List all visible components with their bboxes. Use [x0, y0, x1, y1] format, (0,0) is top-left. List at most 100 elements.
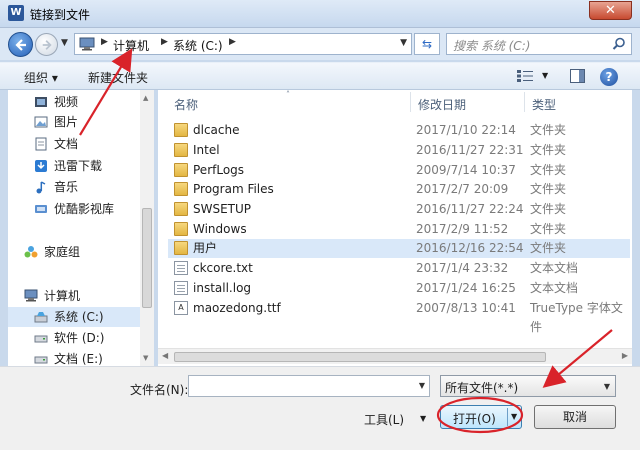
file-row-windows[interactable]: Windows 2017/2/9 11:52 文件夹 — [168, 220, 630, 239]
view-options-icon[interactable] — [516, 69, 534, 83]
address-dropdown-icon[interactable]: ▼ — [400, 38, 407, 48]
file-type: 文件夹 — [530, 222, 567, 236]
nav-item-computer[interactable]: 计算机 — [8, 286, 140, 306]
nav-item-drive-e[interactable]: 文档 (E:) — [8, 349, 140, 366]
nav-label: 文档 — [54, 137, 79, 151]
homegroup-icon — [24, 246, 38, 258]
command-toolbar: 组织 ▾ 新建文件夹 ▼ ? — [0, 62, 640, 90]
nav-item-drive-d[interactable]: 软件 (D:) — [8, 328, 140, 348]
file-row-perflogs[interactable]: PerfLogs 2009/7/14 10:37 文件夹 — [168, 161, 630, 180]
horizontal-scrollbar[interactable]: ◀ ▶ — [158, 348, 632, 364]
filetype-select[interactable]: 所有文件(*.*) ▼ — [440, 375, 616, 397]
file-row-dlcache[interactable]: dlcache 2017/1/10 22:14 文件夹 — [168, 121, 630, 140]
tools-dropdown-icon[interactable]: ▼ — [420, 414, 426, 423]
nav-scroll-thumb[interactable] — [142, 208, 152, 308]
folder-icon — [174, 123, 188, 137]
file-row-swsetup[interactable]: SWSETUP 2016/11/27 22:24 文件夹 — [168, 200, 630, 219]
breadcrumb-separator-icon[interactable]: ▶ — [229, 37, 236, 47]
column-divider[interactable] — [410, 92, 411, 112]
column-header-type[interactable]: 类型 — [532, 96, 556, 113]
search-box[interactable]: 搜索 系统 (C:) — [446, 33, 632, 55]
nav-item-drive-c[interactable]: 系统 (C:) — [8, 307, 140, 327]
nav-label: 音乐 — [54, 180, 79, 194]
tools-button[interactable]: 工具(L) — [364, 411, 404, 428]
filename-dropdown-icon[interactable]: ▼ — [419, 381, 425, 390]
nav-item-youku-library[interactable]: 优酷影视库 — [8, 199, 140, 219]
file-row-users[interactable]: 用户 2016/12/16 22:54 文件夹 — [168, 239, 630, 258]
preview-pane-icon[interactable] — [570, 69, 585, 83]
file-date: 2017/2/9 11:52 — [416, 222, 509, 236]
scroll-left-icon[interactable]: ◀ — [162, 351, 168, 360]
file-row-ckcore[interactable]: ckcore.txt 2017/1/4 23:32 文本文档 — [168, 259, 630, 278]
back-button[interactable] — [8, 32, 33, 57]
open-button[interactable]: 打开(O) ▼ — [440, 405, 522, 429]
file-row-program-files[interactable]: Program Files 2017/2/7 20:09 文件夹 — [168, 180, 630, 199]
nav-scrollbar[interactable]: ▲ ▼ — [140, 90, 154, 366]
file-row-install-log[interactable]: install.log 2017/1/24 16:25 文本文档 — [168, 279, 630, 298]
file-name: 用户 — [193, 241, 218, 255]
file-row-maozedong-ttf[interactable]: A maozedong.ttf 2007/8/13 10:41 TrueType… — [168, 299, 630, 334]
nav-label: 优酷影视库 — [54, 202, 115, 216]
refresh-button[interactable]: ⇆ — [414, 33, 440, 55]
horizontal-scroll-thumb[interactable] — [174, 352, 546, 362]
close-button[interactable]: ✕ — [589, 1, 632, 20]
file-row-intel[interactable]: Intel 2016/11/27 22:31 文件夹 — [168, 141, 630, 160]
nav-item-thunder-downloads[interactable]: 迅雷下载 — [8, 156, 140, 176]
forward-button[interactable] — [35, 33, 58, 56]
file-type: 文件夹 — [530, 163, 567, 177]
nav-item-music[interactable]: 音乐 — [8, 177, 140, 197]
text-file-icon — [174, 281, 188, 295]
computer-icon — [24, 289, 38, 302]
open-dropdown-icon[interactable]: ▼ — [511, 412, 517, 421]
forward-arrow-icon — [42, 40, 52, 50]
folder-icon — [174, 182, 188, 196]
nav-label: 视频 — [54, 95, 79, 109]
file-date: 2017/1/10 22:14 — [416, 123, 516, 137]
breadcrumb-separator-icon[interactable]: ▶ — [161, 37, 168, 47]
file-name: Intel — [193, 143, 220, 157]
file-name: install.log — [193, 281, 252, 295]
nav-item-pictures[interactable]: 图片 — [8, 112, 140, 132]
word-app-icon: W — [8, 5, 24, 21]
search-icon[interactable] — [612, 37, 626, 51]
open-split-divider — [507, 408, 508, 426]
breadcrumb-system-drive[interactable]: 系统 (C:) — [173, 37, 223, 54]
search-placeholder: 搜索 系统 (C:) — [453, 39, 531, 53]
file-name: dlcache — [193, 123, 240, 137]
music-icon — [36, 181, 46, 194]
breadcrumb-computer[interactable]: 计算机 — [113, 37, 149, 54]
view-dropdown-icon[interactable]: ▼ — [542, 71, 548, 80]
organize-button[interactable]: 组织 ▾ — [24, 69, 58, 86]
history-dropdown-icon[interactable]: ▼ — [61, 38, 68, 48]
scroll-up-icon[interactable]: ▲ — [143, 94, 148, 102]
video-icon — [35, 97, 47, 107]
file-type: TrueType 字体文件 — [530, 301, 623, 334]
file-date: 2016/11/27 22:24 — [416, 202, 524, 216]
scroll-down-icon[interactable]: ▼ — [143, 354, 148, 362]
folder-icon — [174, 143, 188, 157]
folder-icon — [174, 202, 188, 216]
file-type: 文件夹 — [530, 182, 567, 196]
file-date: 2017/2/7 20:09 — [416, 182, 509, 196]
document-icon — [35, 137, 47, 151]
cancel-button[interactable]: 取消 — [534, 405, 616, 429]
filename-input[interactable]: ▼ — [188, 375, 430, 397]
column-header-date[interactable]: 修改日期 — [418, 96, 466, 113]
file-name: PerfLogs — [193, 163, 245, 177]
scroll-right-icon[interactable]: ▶ — [622, 351, 628, 360]
new-folder-button[interactable]: 新建文件夹 — [88, 69, 148, 86]
nav-item-homegroup[interactable]: 家庭组 — [8, 242, 140, 262]
back-arrow-icon — [15, 39, 26, 51]
nav-item-videos[interactable]: 视频 — [8, 92, 140, 112]
help-icon[interactable]: ? — [600, 68, 618, 86]
address-bar[interactable]: ▶ 计算机 ▶ 系统 (C:) ▶ ▼ — [74, 33, 412, 55]
navigation-pane: 视频 图片 文档 迅雷下载 音乐 优酷影视库 家庭组 计算机 系统 (C:) 软… — [8, 90, 154, 366]
column-header-name[interactable]: 名称 — [174, 96, 198, 113]
nav-item-documents[interactable]: 文档 — [8, 134, 140, 154]
column-divider[interactable] — [524, 92, 525, 112]
file-type: 文件夹 — [530, 202, 567, 216]
file-list: 名称 ˄ 修改日期 类型 dlcache 2017/1/10 22:14 文件夹… — [158, 90, 632, 366]
breadcrumb-separator-icon[interactable]: ▶ — [101, 37, 108, 47]
dialog-footer: 文件名(N): ▼ 所有文件(*.*) ▼ 工具(L) ▼ 打开(O) ▼ 取消 — [0, 366, 640, 450]
picture-icon — [34, 116, 48, 128]
